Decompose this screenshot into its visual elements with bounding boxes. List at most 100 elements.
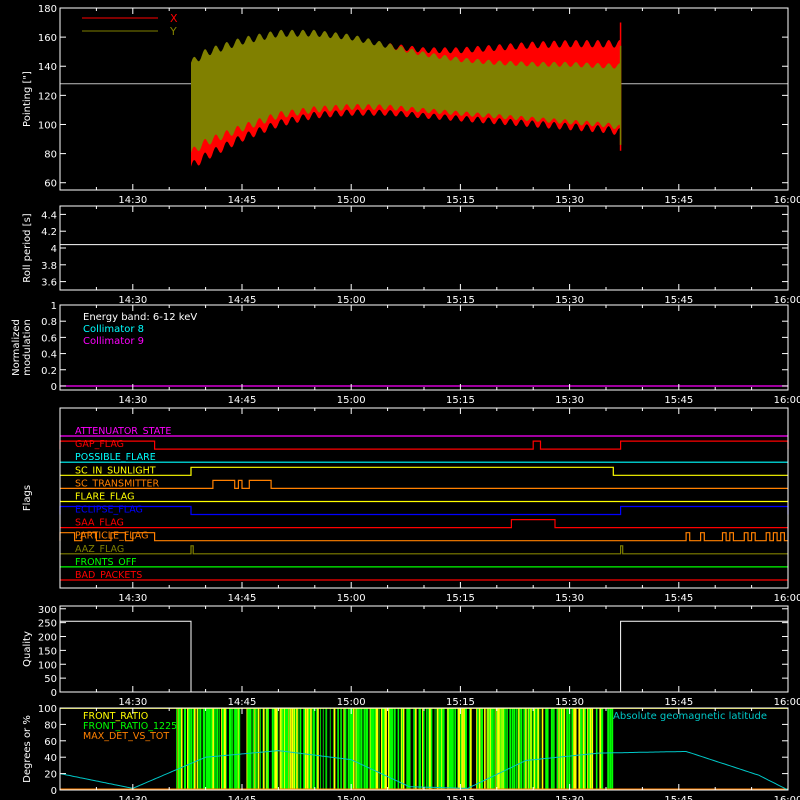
x-tick-label: 14:45 <box>228 195 257 206</box>
series-line <box>60 620 788 693</box>
flag-label: FRONTS_OFF <box>75 557 137 568</box>
x-tick-label: 15:00 <box>337 593 366 604</box>
y-axis-label: Quality <box>22 631 33 667</box>
x-tick-label: 15:30 <box>555 795 584 800</box>
x-tick-label: 15:30 <box>555 395 584 406</box>
y-tick-label: 4.4 <box>41 210 57 221</box>
x-tick-label: 14:30 <box>118 795 147 800</box>
energy-band-annotation: Energy band: 6-12 keV <box>83 312 197 323</box>
y-axis-label: Degrees or % <box>22 715 33 783</box>
x-tick-label: 15:00 <box>337 395 366 406</box>
y-tick-label: 100 <box>38 660 57 671</box>
flag-line <box>60 466 788 476</box>
flag-line <box>60 545 788 555</box>
x-tick-label: 15:30 <box>555 697 584 708</box>
panel-pointing: XY 14:30 14:45 15:00 15:15 15:30 15:45 16:00 60 8… <box>22 4 800 206</box>
x-tick-label: 15:45 <box>664 593 693 604</box>
x-tick-label: 14:30 <box>118 295 147 306</box>
y-tick-label: 80 <box>44 150 57 161</box>
y-tick-label: 250 <box>38 619 57 630</box>
x-tick-label: 16:00 <box>774 697 800 708</box>
x-tick-label: 15:45 <box>664 395 693 406</box>
flag-label: ECLIPSE_FLAG <box>75 505 143 516</box>
y-tick-label: 0.2 <box>41 366 57 377</box>
y-tick-label: 0.8 <box>41 317 57 328</box>
x-tick-label: 15:15 <box>446 395 475 406</box>
x-tick-label: 15:30 <box>555 195 584 206</box>
x-tick-label: 16:00 <box>774 195 800 206</box>
x-tick-label: 14:30 <box>118 697 147 708</box>
flag-label: POSSIBLE_FLARE <box>75 452 156 463</box>
y-axis-label: Roll period [s] <box>22 213 33 282</box>
x-tick-label: 14:45 <box>228 697 257 708</box>
plot-frame <box>59 605 789 693</box>
plot-frame <box>59 205 789 291</box>
flag-label: SC_TRANSMITTER <box>75 478 160 489</box>
legend-label: Y <box>169 25 177 38</box>
x-tick-label: 16:00 <box>774 295 800 306</box>
x-tick-label: 15:00 <box>337 295 366 306</box>
x-tick-label: 15:15 <box>446 195 475 206</box>
figure-canvas: XY 14:30 14:45 15:00 15:15 15:30 15:45 16:00 60 8… <box>11 4 800 800</box>
y-tick-label: 0 <box>51 786 57 797</box>
x-tick-label: 14:45 <box>228 295 257 306</box>
y-tick-label: 140 <box>38 62 57 73</box>
flag-line <box>59 440 789 450</box>
flag-label: ATTENUATOR_STATE <box>75 426 171 437</box>
y-tick-label: 100 <box>38 120 57 131</box>
x-tick-label: 16:00 <box>774 795 800 800</box>
legend-label: X <box>170 12 178 25</box>
flag-label: FLARE_FLAG <box>75 491 135 502</box>
y-tick-label: 0.4 <box>41 350 57 361</box>
panel-quality: 14:30 14:45 15:00 15:15 15:30 15:45 16:00 0 50 10… <box>22 605 800 708</box>
x-tick-label: 15:45 <box>664 697 693 708</box>
flag-line <box>60 518 788 529</box>
y-tick-label: 100 <box>38 704 57 715</box>
legend-label: MAX_DET_VS_TOT <box>83 731 169 742</box>
y-tick-label: 3.8 <box>41 261 57 272</box>
flag-line <box>59 532 788 542</box>
panel-modulation: Energy band: 6-12 keVCollimator 8Collima… <box>11 301 800 406</box>
x-tick-label: 15:15 <box>446 593 475 604</box>
y-tick-label: 120 <box>38 91 57 102</box>
flag-line <box>59 505 789 516</box>
x-tick-label: 15:30 <box>555 593 584 604</box>
y-tick-label: 180 <box>38 4 57 15</box>
y-tick-label: 50 <box>44 674 57 685</box>
y-tick-label: 200 <box>38 633 57 644</box>
legend-label: Collimator 8 <box>83 324 144 335</box>
x-tick-label: 14:30 <box>118 195 147 206</box>
flag-line <box>60 479 788 489</box>
y-tick-label: 0 <box>51 382 57 393</box>
y-tick-label: 160 <box>38 33 57 44</box>
x-tick-label: 15:30 <box>555 295 584 306</box>
y-tick-label: 3.6 <box>41 278 57 289</box>
panel-ratios: FRONT_RATIOFRONT_RATIO_1225MAX_DET_VS_TO… <box>22 704 800 800</box>
flag-label: SAA_FLAG <box>75 518 124 529</box>
y-tick-label: 60 <box>44 179 57 190</box>
y-tick-label: 150 <box>38 646 57 657</box>
x-tick-label: 15:45 <box>664 195 693 206</box>
y-tick-label: 60 <box>44 737 57 748</box>
y-tick-label: 0 <box>51 688 57 699</box>
y-tick-label: 80 <box>44 720 57 731</box>
x-tick-label: 14:45 <box>228 395 257 406</box>
x-tick-label: 15:00 <box>337 697 366 708</box>
x-tick-label: 16:00 <box>774 395 800 406</box>
legend-label: Absolute geomagnetic latitude <box>613 711 767 722</box>
x-tick-label: 15:45 <box>664 795 693 800</box>
y-tick-label: 300 <box>38 605 57 616</box>
y-tick-label: 20 <box>44 770 57 781</box>
flag-label: GAP_FLAG <box>75 439 124 450</box>
x-tick-label: 14:45 <box>228 795 257 800</box>
flag-label: PARTICLE_FLAG <box>75 531 148 542</box>
y-tick-label: 4 <box>51 244 57 255</box>
x-tick-label: 14:30 <box>118 593 147 604</box>
y-axis-label: Normalizedmodulation <box>11 319 33 376</box>
y-axis-label: Pointing ["] <box>22 71 33 127</box>
flag-label: AAZ_FLAG <box>75 544 124 555</box>
flag-label: BAD_PACKETS <box>75 570 142 581</box>
x-tick-label: 15:15 <box>446 795 475 800</box>
legend-label: Collimator 9 <box>83 336 144 347</box>
y-tick-label: 0.6 <box>41 333 57 344</box>
